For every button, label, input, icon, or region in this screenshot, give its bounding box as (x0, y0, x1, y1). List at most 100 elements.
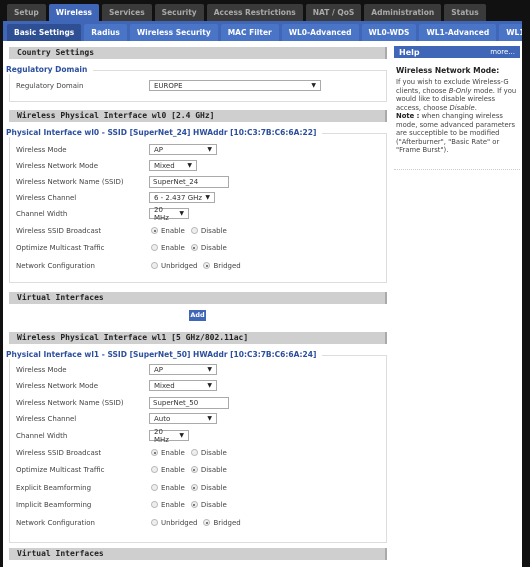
chevron-down-icon: ▼ (187, 162, 192, 169)
radio-wl1-explicit-disable[interactable]: Disable (190, 484, 227, 492)
radio-wl1-multicast-enable[interactable]: Enable (151, 466, 185, 474)
chevron-down-icon: ▼ (207, 382, 212, 389)
radio-dot (190, 501, 198, 508)
row-wl0-channel: Wireless Channel 6 - 2.437 GHz ▼ (16, 191, 215, 204)
radio-wl1-broadcast-disable[interactable]: Disable (190, 448, 227, 457)
select-wl0-network-mode[interactable]: Mixed ▼ (149, 160, 197, 171)
input-wl0-ssid[interactable]: SuperNet_24 (149, 175, 229, 188)
radio-wl1-bridged[interactable]: Bridged (203, 518, 241, 527)
tab-administration[interactable]: Administration (364, 4, 442, 21)
radio-dot (151, 449, 158, 456)
radio-label: Disable (200, 448, 227, 457)
help-more-link[interactable]: more... (490, 48, 515, 56)
select-wl1-channel[interactable]: Auto ▼ (149, 413, 217, 424)
top-nav-bar: Setup Wireless Services Security Access … (0, 0, 522, 21)
select-wl1-network-mode[interactable]: Mixed ▼ (149, 380, 217, 391)
row-wl0-wireless-mode: Wireless Mode AP ▼ (16, 143, 217, 156)
radio-wl0-multicast-disable[interactable]: Disable (190, 244, 227, 252)
chevron-down-icon: ▼ (179, 432, 184, 439)
select-regulatory-domain[interactable]: EUROPE ▼ (149, 80, 321, 91)
tab-wireless[interactable]: Wireless (48, 4, 100, 21)
subtab-wl1-advanced[interactable]: WL1-Advanced (419, 24, 497, 41)
radio-wl0-multicast-enable[interactable]: Enable (151, 244, 185, 252)
radio-dot (190, 244, 198, 251)
subtab-wireless-security[interactable]: Wireless Security (129, 24, 218, 41)
window-edge (522, 0, 530, 567)
label-ssid-broadcast: Wireless SSID Broadcast (16, 448, 102, 457)
subtab-mac-filter[interactable]: MAC Filter (220, 24, 279, 41)
radio-label: Disable (200, 500, 227, 509)
label-implicit-beamforming: Implicit Beamforming (16, 500, 92, 509)
radio-wl0-broadcast-enable[interactable]: Enable (151, 227, 185, 235)
input-wl1-ssid[interactable]: SuperNet_50 (149, 396, 229, 409)
tab-services[interactable]: Services (102, 4, 152, 21)
row-wl0-network-config: Network Configuration Unbridged Bridged (16, 259, 241, 272)
radio-wl0-bridged[interactable]: Bridged (203, 262, 241, 270)
label-network-mode: Wireless Network Mode (16, 381, 99, 390)
radio-wl1-multicast-disable[interactable]: Disable (190, 465, 227, 474)
section-header-wl1: Wireless Physical Interface wl1 [5 GHz/8… (9, 332, 387, 344)
select-value: EUROPE (154, 81, 183, 90)
radio-dot (203, 262, 211, 269)
legend-wl0: Physical Interface wl0 - SSID [SuperNet_… (6, 128, 323, 137)
radio-wl1-broadcast-enable[interactable]: Enable (151, 449, 185, 457)
tab-status[interactable]: Status (444, 4, 486, 21)
tab-security[interactable]: Security (154, 4, 204, 21)
section-header-virtual-interfaces-wl0: Virtual Interfaces (9, 292, 387, 304)
select-wl1-channel-width[interactable]: 20 MHz ▼ (149, 427, 189, 444)
select-wl0-channel-width[interactable]: 20 MHz ▼ (149, 206, 189, 222)
row-wl1-channel-width: Channel Width 20 MHz ▼ (16, 427, 189, 444)
select-wl0-wireless-mode[interactable]: AP ▼ (149, 144, 217, 155)
chevron-down-icon: ▼ (311, 82, 316, 89)
add-virtual-interface-button[interactable]: Add (189, 310, 206, 321)
radio-dot (151, 501, 158, 508)
subtab-wl0-advanced[interactable]: WL0-Advanced (281, 24, 359, 41)
row-wl0-channel-width: Channel Width 20 MHz ▼ (16, 206, 189, 222)
label-network-mode: Wireless Network Mode (16, 161, 99, 170)
radio-wl1-implicit-disable[interactable]: Disable (190, 500, 227, 509)
radio-wl1-explicit-enable[interactable]: Enable (151, 484, 185, 492)
row-wl1-implicit-beamforming: Implicit Beamforming Enable Disable (16, 498, 227, 511)
help-divider (394, 168, 520, 170)
row-wl1-wireless-mode: Wireless Mode AP ▼ (16, 363, 217, 376)
chevron-down-icon: ▼ (179, 210, 184, 217)
sub-nav-bar: Basic Settings Radius Wireless Security … (3, 21, 530, 41)
row-wl0-multicast: Optimize Multicast Traffic Enable Disabl… (16, 241, 227, 254)
select-value: Mixed (154, 381, 175, 390)
row-wl1-ssid-broadcast: Wireless SSID Broadcast Enable Disable (16, 446, 227, 459)
tab-nat-qos[interactable]: NAT / QoS (305, 4, 362, 21)
help-text: If you wish to exclude Wireless-G client… (394, 78, 520, 155)
radio-dot (203, 519, 211, 526)
help-text-emphasis: Disable (449, 103, 475, 112)
radio-wl0-broadcast-disable[interactable]: Disable (190, 227, 227, 235)
radio-label: Enable (161, 226, 185, 235)
radio-wl1-unbridged[interactable]: Unbridged (151, 519, 197, 527)
radio-label: Disable (200, 465, 227, 474)
row-wl1-channel: Wireless Channel Auto ▼ (16, 412, 217, 425)
subtab-basic-settings[interactable]: Basic Settings (7, 24, 82, 41)
subtab-radius[interactable]: Radius (84, 24, 127, 41)
radio-wl0-unbridged[interactable]: Unbridged (151, 262, 197, 270)
select-value: 20 MHz (154, 427, 169, 444)
row-wl0-network-mode: Wireless Network Mode Mixed ▼ (16, 159, 197, 172)
subtab-wl0-wds[interactable]: WL0-WDS (361, 24, 417, 41)
legend-regulatory-domain: Regulatory Domain (6, 65, 94, 74)
row-wl0-ssid-broadcast: Wireless SSID Broadcast Enable Disable (16, 224, 227, 237)
tab-setup[interactable]: Setup (7, 4, 46, 21)
select-wl1-wireless-mode[interactable]: AP ▼ (149, 364, 217, 375)
label-explicit-beamforming: Explicit Beamforming (16, 483, 92, 492)
select-wl0-channel[interactable]: 6 - 2.437 GHz ▼ (149, 192, 215, 203)
select-value: 6 - 2.437 GHz (154, 193, 203, 202)
help-text-part: . (474, 103, 477, 112)
legend-wl1: Physical Interface wl1 - SSID [SuperNet_… (6, 350, 323, 359)
radio-wl1-implicit-enable[interactable]: Enable (151, 501, 185, 509)
select-value: Auto (154, 414, 171, 423)
radio-dot (190, 484, 198, 491)
radio-dot (151, 519, 158, 526)
tab-access-restrictions[interactable]: Access Restrictions (206, 4, 303, 21)
row-wl0-ssid: Wireless Network Name (SSID) SuperNet_24 (16, 175, 229, 188)
select-value: AP (154, 365, 164, 374)
radio-label: Bridged (213, 518, 241, 527)
chevron-down-icon: ▼ (207, 366, 212, 373)
help-note-label: Note : (396, 112, 420, 120)
